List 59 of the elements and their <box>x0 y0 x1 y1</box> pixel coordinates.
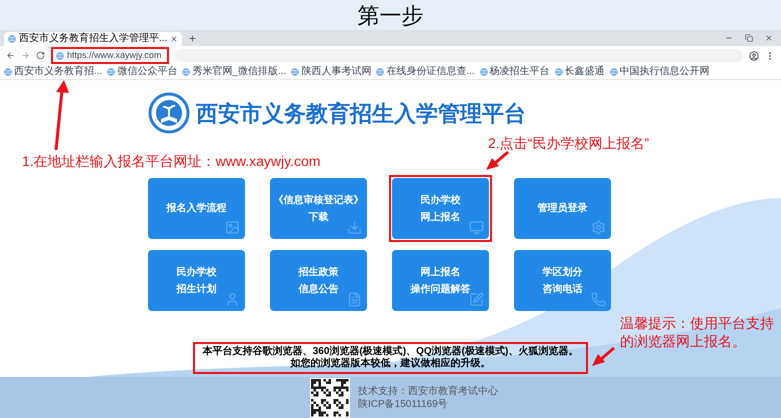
download-icon <box>347 220 362 235</box>
bookmark-item[interactable]: 在线身份证信息查... <box>376 66 475 78</box>
menu-tile[interactable]: 报名入学流程 <box>148 178 245 239</box>
globe-icon <box>376 68 384 76</box>
close-icon[interactable] <box>765 34 773 42</box>
menu-tile[interactable]: 《信息审核登记表》 下载 <box>270 178 367 239</box>
menu-tile[interactable]: 管理员登录 <box>514 178 611 239</box>
logo-icon <box>148 92 190 134</box>
address-field[interactable]: https://www.xaywjy.com <box>53 48 167 62</box>
menu-tile[interactable]: 民办学校 网上报名 <box>392 178 489 239</box>
monitor-icon <box>469 220 484 235</box>
new-tab-icon[interactable] <box>188 34 198 43</box>
annotation-arrow <box>486 150 509 170</box>
globe-icon <box>107 68 116 76</box>
step-heading: 第一步 <box>358 2 424 30</box>
support-text: 技术支持：西安市教育考试中心 <box>358 384 498 398</box>
person-icon <box>225 292 240 307</box>
site-title: 西安市义务教育招生入学管理平台 <box>196 100 526 128</box>
globe-icon <box>480 68 488 76</box>
bookmark-item[interactable]: 微信公众平台 <box>107 66 178 78</box>
tab-title: 西安市义务教育招生入学管理平... <box>19 33 168 45</box>
globe-icon <box>8 35 16 43</box>
qr-code-drawing <box>310 378 350 418</box>
notice-text: 如您的浏览器版本较低，建议做相应的升级。 <box>290 358 490 370</box>
globe-icon <box>182 68 190 76</box>
menu-tile[interactable]: 学区划分 咨询电话 <box>514 250 611 311</box>
phone-icon <box>591 292 606 307</box>
settings-icon <box>591 220 606 235</box>
globe-icon <box>554 68 563 76</box>
menu-tile[interactable]: 民办学校 招生计划 <box>148 250 245 311</box>
restore-icon[interactable] <box>745 34 753 42</box>
bookmark-item[interactable]: 秀米官网_微信排版... <box>182 66 286 78</box>
document-icon <box>347 292 362 307</box>
close-icon[interactable] <box>170 35 178 43</box>
forward-icon[interactable] <box>21 51 30 60</box>
globe-icon <box>56 52 64 60</box>
browser-tab[interactable]: 西安市义务教育招生入学管理平... <box>4 32 182 46</box>
annotation-text: 温馨提示：使用平台支持的浏览器网上报名。 <box>620 314 775 350</box>
edit-icon <box>469 292 484 307</box>
globe-icon <box>291 68 300 76</box>
annotation-text: 1.在地址栏输入报名平台网址：www.xaywjy.com <box>22 152 320 171</box>
annotation-text: 2.点击“民办学校网上报名” <box>488 134 649 153</box>
notice-text: 本平台支持谷歌浏览器、360浏览器(极速模式)、QQ浏览器(极速模式)、火狐浏览器。 <box>202 346 578 357</box>
bookmark-item[interactable]: 陕西人事考试网 <box>291 66 372 78</box>
globe-icon <box>610 68 618 76</box>
menu-tile[interactable]: 网上报名 操作问题解答 <box>392 250 489 311</box>
reload-icon[interactable] <box>36 51 45 60</box>
bookmark-item[interactable]: 西安市义务教育招... <box>4 66 102 78</box>
account-icon[interactable] <box>749 50 759 60</box>
menu-tile[interactable]: 招生政策 信息公告 <box>270 250 367 311</box>
bookmark-item[interactable]: 长鑫盛通 <box>554 66 605 78</box>
globe-icon <box>4 68 12 76</box>
bookmark-item[interactable]: 中国执行信息公开网 <box>610 66 710 78</box>
bookmark-item[interactable]: 杨凌招生平台 <box>480 66 550 78</box>
annotation-arrow <box>592 346 615 366</box>
image-icon <box>225 220 240 235</box>
icp-text: 陕ICP备15011169号 <box>358 398 449 410</box>
back-icon[interactable] <box>6 51 15 60</box>
annotation-arrow <box>54 80 69 150</box>
